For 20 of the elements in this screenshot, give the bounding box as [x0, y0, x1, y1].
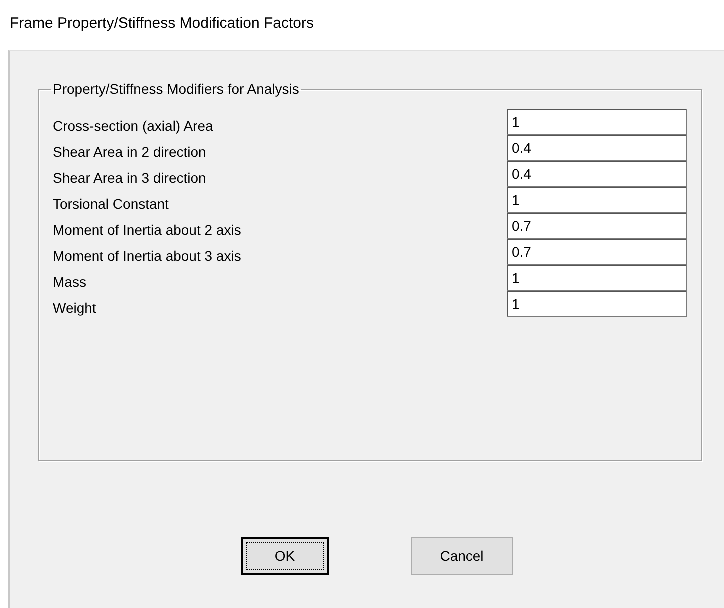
field-label: Weight [53, 300, 96, 316]
input-field[interactable]: 0.4 [507, 161, 687, 187]
input-field[interactable]: 0.4 [507, 135, 687, 161]
field-label: Moment of Inertia about 2 axis [53, 222, 242, 238]
field-label: Cross-section (axial) Area [53, 118, 214, 134]
field-label: Mass [53, 274, 86, 290]
window-title: Frame Property/Stiffness Modification Factors [10, 14, 314, 32]
input-field[interactable]: 0.7 [507, 239, 687, 265]
field-label: Shear Area in 3 direction [53, 170, 206, 186]
input-field[interactable]: 0.7 [507, 213, 687, 239]
field-label: Shear Area in 2 direction [53, 144, 206, 160]
field-label: Moment of Inertia about 3 axis [53, 248, 242, 264]
group-title: Property/Stiffness Modifiers for Analysis [52, 81, 300, 97]
input-field[interactable]: 1 [507, 265, 687, 291]
ok-button[interactable]: OK [241, 537, 329, 575]
cancel-button[interactable]: Cancel [411, 537, 513, 575]
input-field[interactable]: 1 [507, 291, 687, 317]
input-field[interactable]: 1 [507, 187, 687, 213]
field-label: Torsional Constant [53, 196, 169, 212]
input-field[interactable]: 1 [507, 109, 687, 135]
